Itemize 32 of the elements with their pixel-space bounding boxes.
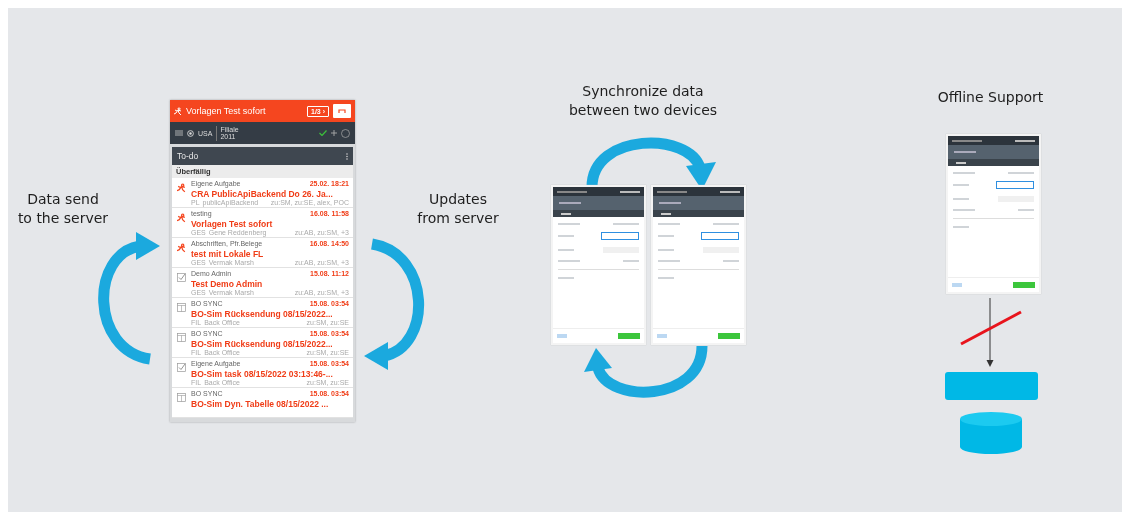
diagram-label: Offline Support	[936, 88, 1045, 107]
down-arrow	[985, 298, 995, 368]
undo-button[interactable]	[333, 104, 351, 118]
target-icon	[187, 129, 194, 137]
table-icon	[177, 303, 186, 312]
runner-icon	[177, 213, 186, 223]
checkbox-icon	[177, 273, 186, 282]
diagram-label: Data send to the server	[16, 190, 110, 228]
runner-icon	[174, 106, 182, 116]
task-title: Vorlagen Test sofort	[191, 218, 274, 229]
task-title: BO-Sim Rücksendung 08/15/2022...	[191, 308, 334, 319]
runner-icon	[177, 243, 186, 253]
blocked-line	[959, 310, 1023, 346]
task-title: BO-Sim Dyn. Tabelle 08/15/2022 ...	[191, 398, 330, 409]
table-icon	[177, 333, 186, 342]
checkbox-icon	[177, 363, 186, 372]
runner-icon	[177, 183, 186, 193]
task-title: BO-Sim Rücksendung 08/15/2022...	[191, 338, 334, 349]
task-title: CRA PublicApiBackend Do 26. Ja...	[191, 188, 334, 199]
task-title: BO-Sim task 08/15/2022 03:13:46-...	[191, 368, 334, 379]
table-icon	[177, 393, 186, 402]
task-title: Vorlagen Test sofort	[186, 106, 267, 116]
check-icon[interactable]	[319, 130, 327, 136]
list-title: To-do	[177, 151, 199, 161]
circle-icon[interactable]	[341, 128, 350, 138]
bracket-icon	[338, 108, 346, 114]
diagram-label: Updates from server	[416, 190, 500, 228]
task-title: test mit Lokale FL	[191, 248, 265, 259]
diagram-label: Synchronize data between two devices	[567, 82, 719, 120]
task-title: Test Demo Admin	[191, 278, 264, 289]
database-icon	[959, 411, 1023, 455]
plus-icon[interactable]	[331, 130, 337, 136]
